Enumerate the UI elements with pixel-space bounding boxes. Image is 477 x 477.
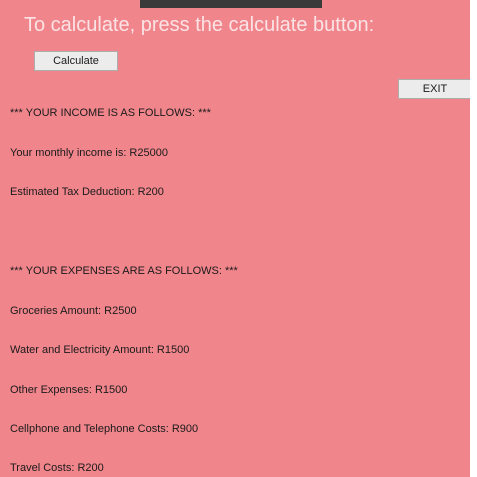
cellphone-telephone-line: Cellphone and Telephone Costs: R900 (10, 423, 199, 435)
calculate-button[interactable]: Calculate (34, 51, 118, 71)
instruction-heading: To calculate, press the calculate button… (24, 14, 375, 36)
other-expenses-line: Other Expenses: R1500 (10, 384, 128, 396)
income-header: *** YOUR INCOME IS AS FOLLOWS: *** (10, 107, 211, 119)
tax-deduction-line: Estimated Tax Deduction: R200 (10, 186, 164, 198)
expenses-header: *** YOUR EXPENSES ARE AS FOLLOWS: *** (10, 265, 238, 277)
travel-costs-line: Travel Costs: R200 (10, 462, 104, 474)
monthly-income-line: Your monthly income is: R25000 (10, 147, 168, 159)
exit-button[interactable]: EXIT (398, 79, 470, 99)
groceries-line: Groceries Amount: R2500 (10, 305, 137, 317)
title-bar-strip (140, 0, 322, 8)
app-window: To calculate, press the calculate button… (0, 0, 470, 477)
water-electricity-line: Water and Electricity Amount: R1500 (10, 344, 190, 356)
